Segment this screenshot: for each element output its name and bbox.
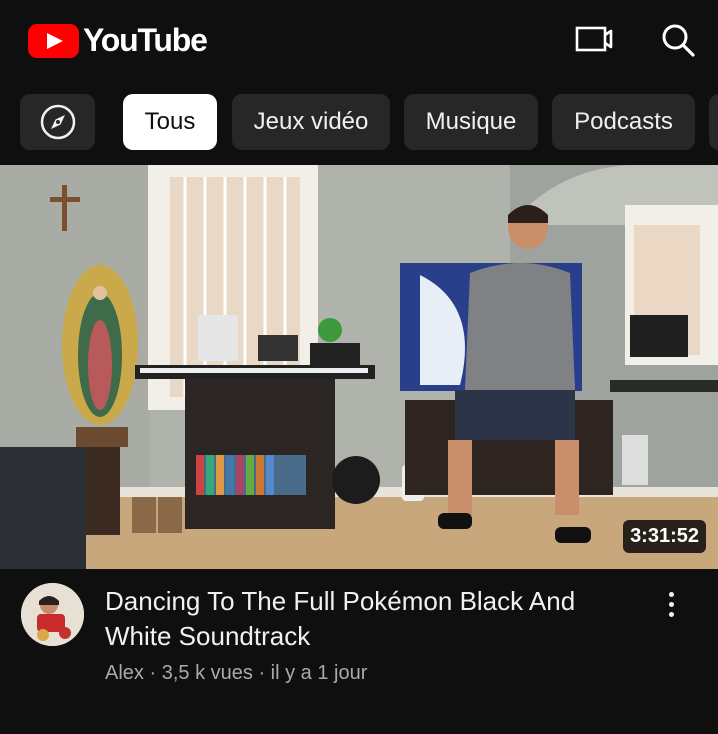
more-vert-icon-dot [668, 611, 674, 617]
chip-podcasts[interactable]: Podcasts [552, 94, 695, 150]
top-app-bar: YouTube [0, 0, 718, 82]
category-chips: Tous Jeux vidéo Musique Podcasts [0, 94, 718, 150]
channel-avatar[interactable] [21, 583, 84, 646]
avatar-image [21, 583, 84, 646]
chip-next-partial[interactable] [709, 94, 718, 150]
upload-age: il y a 1 jour [270, 662, 368, 684]
more-vert-icon-dot [668, 601, 674, 607]
logo-text: YouTube [83, 22, 208, 58]
thumbnail-image [0, 165, 718, 569]
explore-chip[interactable] [20, 94, 95, 150]
meta-separator: · [258, 662, 266, 684]
more-vert-icon [668, 591, 674, 597]
view-count: 3,5 k vues [161, 662, 253, 684]
chip-musique[interactable]: Musique [404, 94, 538, 150]
video-title[interactable]: Dancing To The Full Pokémon Black And Wh… [105, 584, 635, 654]
duration-badge: 3:31:52 [623, 520, 706, 553]
more-actions-button[interactable] [655, 586, 687, 622]
youtube-play-icon [28, 23, 79, 58]
search-button[interactable] [658, 20, 698, 60]
meta-separator: · [149, 662, 157, 684]
compass-icon [40, 104, 75, 140]
cast-icon [575, 26, 613, 52]
video-thumbnail[interactable]: 3:31:52 [0, 165, 718, 569]
search-icon [662, 24, 695, 57]
video-meta: Alex · 3,5 k vues · il y a 1 jour [105, 662, 367, 685]
chip-jeux-video[interactable]: Jeux vidéo [232, 94, 390, 150]
chip-tous[interactable]: Tous [123, 94, 217, 150]
cast-button[interactable] [574, 20, 614, 60]
youtube-logo[interactable]: YouTube [28, 22, 208, 59]
channel-name[interactable]: Alex [105, 662, 144, 684]
